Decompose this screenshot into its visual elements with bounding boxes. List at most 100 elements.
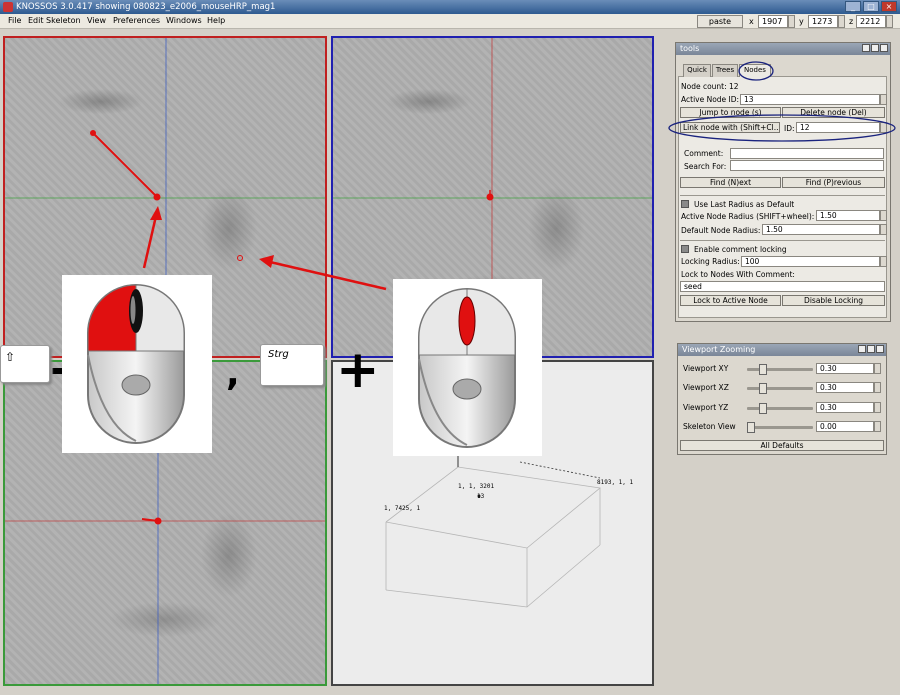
zoom-label-viewport-yz: Viewport YZ xyxy=(683,403,729,412)
menu-edit-skeleton[interactable]: Edit Skeleton xyxy=(28,16,81,25)
close-icon[interactable] xyxy=(876,345,884,353)
enable-locking-label: Enable comment locking xyxy=(694,245,787,254)
tab-trees[interactable]: Trees xyxy=(712,64,738,77)
zoom-spinner-viewport-yz[interactable] xyxy=(874,402,881,413)
zoom-spinner-viewport-xz[interactable] xyxy=(874,382,881,393)
default-radius-spinner[interactable] xyxy=(880,224,887,235)
link-node-button[interactable]: Link node with (Shift+Cl... xyxy=(680,122,780,133)
minimize-button[interactable]: _ xyxy=(845,1,861,12)
enable-locking-checkbox[interactable] xyxy=(681,245,689,253)
minimize-icon[interactable] xyxy=(871,44,879,52)
app-icon xyxy=(3,2,13,12)
separator xyxy=(680,195,885,196)
zoom-value-skeleton-view[interactable]: 0.00 xyxy=(816,421,874,432)
search-label: Search For: xyxy=(684,162,727,171)
comment-label: Comment: xyxy=(684,149,724,158)
zoom-slider-viewport-xz[interactable] xyxy=(747,387,813,390)
zoom-title-text: Viewport Zooming xyxy=(682,345,756,354)
search-field[interactable] xyxy=(730,160,884,171)
separator xyxy=(680,240,885,241)
zoom-spinner-viewport-xy[interactable] xyxy=(874,363,881,374)
y-label: y xyxy=(799,17,804,26)
close-icon[interactable] xyxy=(880,44,888,52)
window-title: KNOSSOS 3.0.417 showing 080823_e2006_mou… xyxy=(16,2,276,12)
zoom-slider-viewport-xy[interactable] xyxy=(747,368,813,371)
lock-comment-label: Lock to Nodes With Comment: xyxy=(681,270,795,279)
y-spinner[interactable] xyxy=(838,15,845,28)
zoom-panel-title: Viewport Zooming xyxy=(678,344,886,356)
zoom-slider-skeleton-view[interactable] xyxy=(747,426,813,429)
link-id-label: ID: xyxy=(784,124,795,133)
locking-radius-label: Locking Radius: xyxy=(681,257,740,266)
lock-comment-field[interactable]: seed xyxy=(680,281,885,292)
viewport-zooming-panel: Viewport Zooming xyxy=(677,343,887,455)
find-next-button[interactable]: Find (N)ext xyxy=(680,177,781,188)
jump-to-node-button[interactable]: Jump to node (s) xyxy=(680,107,781,118)
default-radius-field[interactable]: 1.50 xyxy=(762,224,880,235)
link-id-field[interactable]: 12 xyxy=(796,122,880,133)
ctrl-key: Strg xyxy=(260,344,324,386)
x-spinner[interactable] xyxy=(788,15,795,28)
zoom-slider-viewport-yz[interactable] xyxy=(747,407,813,410)
tools-panel-title: tools xyxy=(676,43,890,55)
zoom-slider-thumb-skeleton-view[interactable] xyxy=(747,422,755,433)
zoom-spinner-skeleton-view[interactable] xyxy=(874,421,881,432)
z-spinner[interactable] xyxy=(886,15,893,28)
minimize-icon[interactable] xyxy=(867,345,875,353)
zoom-label-skeleton-view: Skeleton View xyxy=(683,422,736,431)
y-coordinate-field[interactable]: 1273 xyxy=(808,15,838,28)
menu-file[interactable]: File xyxy=(8,16,21,25)
paste-button[interactable]: paste xyxy=(697,15,743,28)
strg-label: Strg xyxy=(268,349,289,360)
mouse-middle-click-illustration xyxy=(393,279,542,456)
locking-radius-field[interactable]: 100 xyxy=(741,256,880,267)
tools-title-text: tools xyxy=(680,44,700,53)
node-count-label: Node count: 12 xyxy=(681,82,739,91)
active-radius-field[interactable]: 1.50 xyxy=(816,210,880,221)
active-radius-spinner[interactable] xyxy=(880,210,887,221)
use-last-radius-checkbox[interactable] xyxy=(681,200,689,208)
delete-node-button[interactable]: Delete node (Del) xyxy=(782,107,885,118)
zoom-value-viewport-xy[interactable]: 0.30 xyxy=(816,363,874,374)
tab-nodes[interactable]: Nodes xyxy=(739,64,771,77)
float-icon[interactable] xyxy=(858,345,866,353)
zoom-slider-thumb-viewport-xz[interactable] xyxy=(759,383,767,394)
shift-glyph: ⇧ xyxy=(5,350,16,364)
x-label: x xyxy=(749,17,754,26)
disable-locking-button[interactable]: Disable Locking xyxy=(782,295,885,306)
title-bar: KNOSSOS 3.0.417 showing 080823_e2006_mou… xyxy=(0,0,900,14)
active-node-spinner[interactable] xyxy=(880,94,887,105)
active-radius-label: Active Node Radius (SHIFT+wheel): xyxy=(681,212,815,221)
maximize-button[interactable]: □ xyxy=(863,1,879,12)
use-last-radius-label: Use Last Radius as Default xyxy=(694,200,795,209)
locking-radius-spinner[interactable] xyxy=(880,256,887,267)
zoom-slider-thumb-viewport-xy[interactable] xyxy=(759,364,767,375)
zoom-label-viewport-xz: Viewport XZ xyxy=(683,383,729,392)
close-button[interactable]: × xyxy=(881,1,897,12)
tab-quick[interactable]: Quick xyxy=(683,64,711,77)
float-icon[interactable] xyxy=(862,44,870,52)
all-defaults-button[interactable]: All Defaults xyxy=(680,440,884,451)
lock-to-active-node-button[interactable]: Lock to Active Node xyxy=(680,295,781,306)
zoom-value-viewport-xz[interactable]: 0.30 xyxy=(816,382,874,393)
zoom-label-viewport-xy: Viewport XY xyxy=(683,364,729,373)
menu-windows[interactable]: Windows xyxy=(166,16,202,25)
mouse-middle-icon xyxy=(418,288,516,448)
link-id-spinner[interactable] xyxy=(880,122,887,133)
zoom-value-viewport-yz[interactable]: 0.30 xyxy=(816,402,874,413)
x-coordinate-field[interactable]: 1907 xyxy=(758,15,788,28)
comment-field[interactable] xyxy=(730,148,884,159)
menu-help[interactable]: Help xyxy=(207,16,225,25)
mouse-left-icon xyxy=(87,284,185,444)
shift-key: ⇧ xyxy=(0,345,50,383)
menu-preferences[interactable]: Preferences xyxy=(113,16,160,25)
mouse-left-click-illustration xyxy=(62,275,212,453)
find-previous-button[interactable]: Find (P)revious xyxy=(782,177,885,188)
zoom-slider-thumb-viewport-yz[interactable] xyxy=(759,403,767,414)
z-label: z xyxy=(849,17,854,26)
active-node-label: Active Node ID: xyxy=(681,95,740,104)
default-radius-label: Default Node Radius: xyxy=(681,226,761,235)
active-node-id-field[interactable]: 13 xyxy=(740,94,880,105)
menu-view[interactable]: View xyxy=(87,16,106,25)
z-coordinate-field[interactable]: 2212 xyxy=(856,15,886,28)
